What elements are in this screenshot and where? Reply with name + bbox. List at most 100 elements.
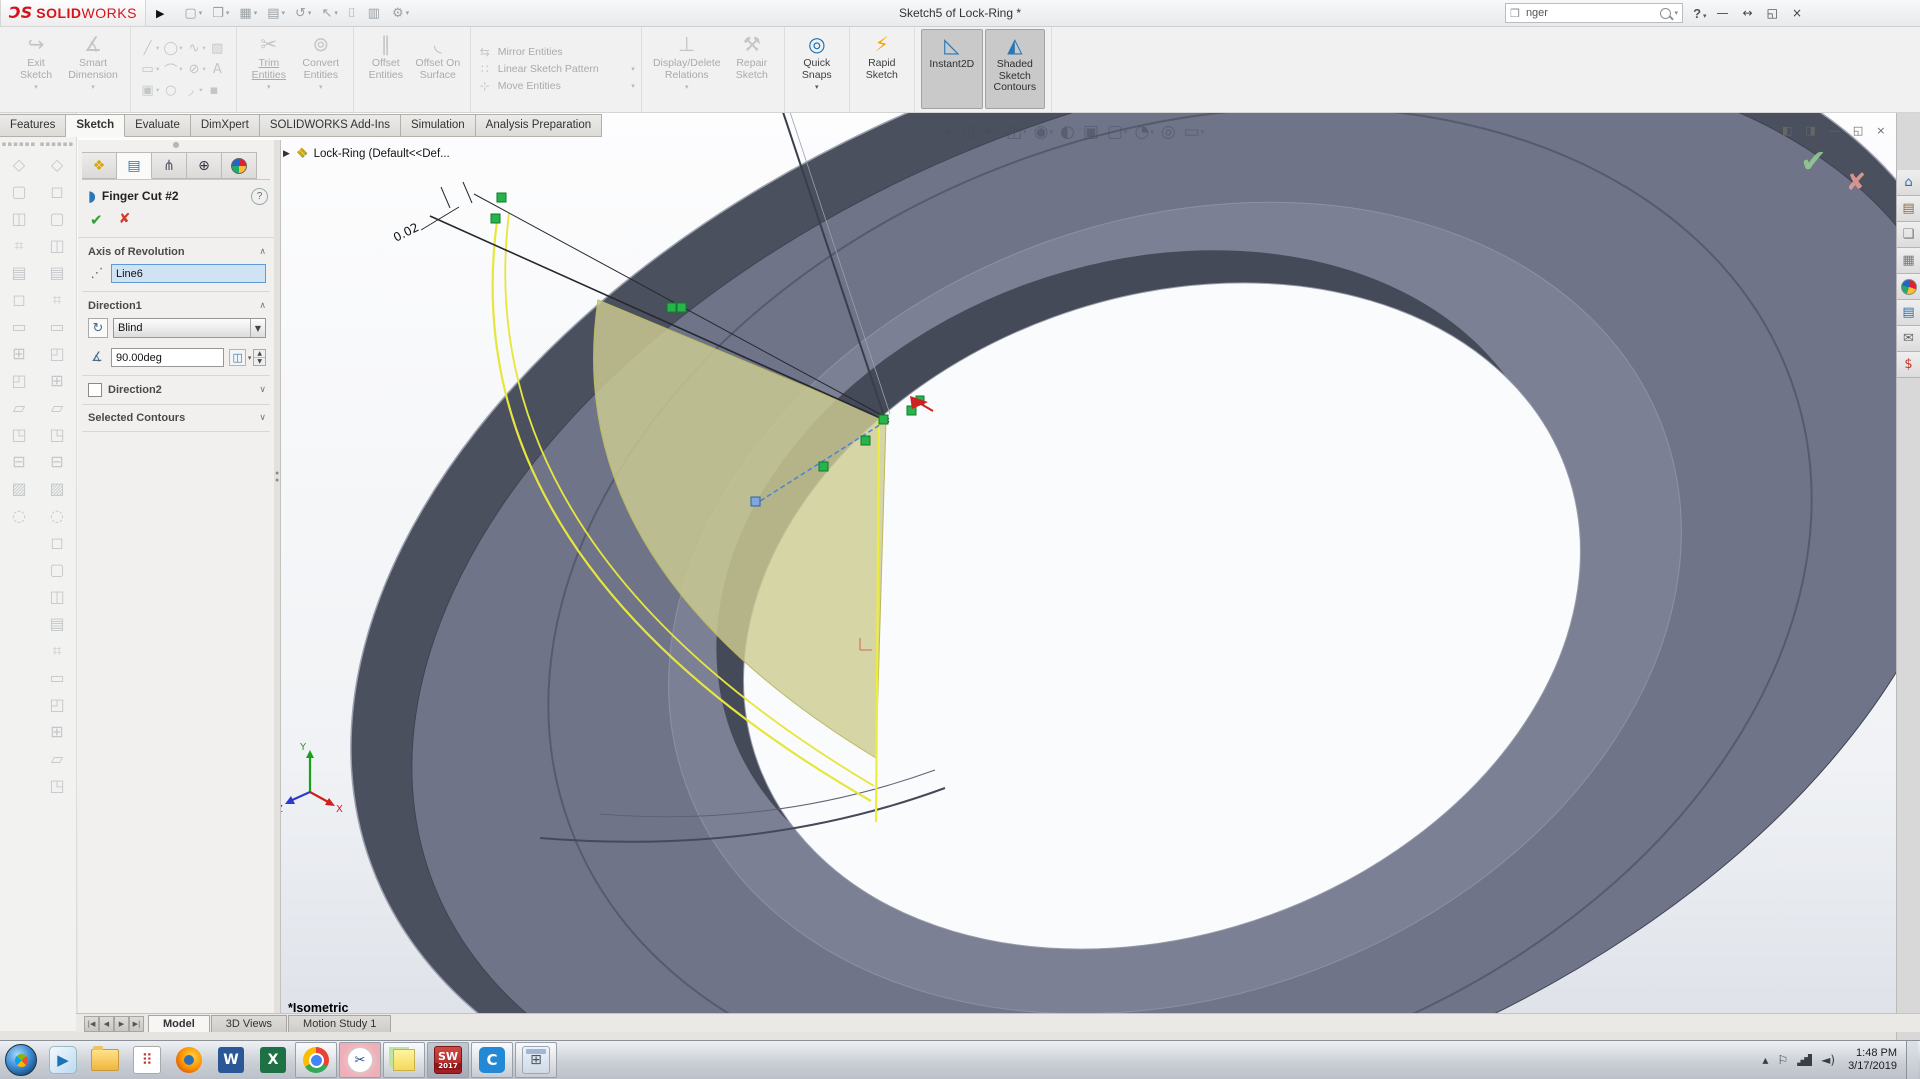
task-pane-button-custom-properties[interactable]: ▤ bbox=[1896, 300, 1920, 326]
view-tool-zoom-area[interactable]: ⊡ bbox=[962, 122, 977, 142]
toolbar-button[interactable]: ⌗ bbox=[42, 637, 72, 664]
study-tab-model[interactable]: Model bbox=[148, 1015, 210, 1032]
reverse-direction-button[interactable]: ↻ bbox=[88, 318, 108, 338]
sketch-entity-button[interactable]: ╱▾ bbox=[139, 41, 161, 56]
toolbar-button[interactable]: ◻ bbox=[42, 178, 72, 205]
toolbar-button[interactable]: ⊞ bbox=[4, 340, 34, 367]
toolbar-button[interactable]: ⊟ bbox=[42, 448, 72, 475]
taskbar-app-app-grid[interactable]: ⠿ bbox=[126, 1042, 168, 1078]
expand-chevron-icon[interactable]: ∨ bbox=[259, 413, 266, 423]
window-button-minimize[interactable]: — bbox=[1717, 6, 1729, 20]
toolbar-button[interactable]: ⊟ bbox=[4, 448, 34, 475]
taskbar-app-media-player[interactable]: ▶ bbox=[42, 1042, 84, 1078]
sketch-entity-button[interactable]: A bbox=[209, 62, 228, 77]
sketch-entity-button[interactable]: ⌒▾ bbox=[162, 60, 184, 79]
qa-button-save[interactable]: ▦▾ bbox=[235, 5, 261, 22]
sketch-entity-button[interactable]: ◯▾ bbox=[162, 41, 184, 56]
view-tool-edit-appearance[interactable]: ◐ bbox=[1060, 122, 1076, 142]
show-desktop-button[interactable] bbox=[1906, 1041, 1918, 1079]
sketch-entity-button[interactable]: ○ bbox=[162, 83, 181, 98]
search-caret-icon[interactable]: ▾ bbox=[1675, 9, 1679, 17]
task-pane-button-design-library[interactable]: ▤ bbox=[1896, 196, 1920, 222]
qa-button-rebuild[interactable]: ⌷ bbox=[344, 5, 362, 22]
view-tool-view-orientation[interactable]: ▢▾ bbox=[1107, 122, 1128, 142]
ok-button[interactable]: ✔ bbox=[90, 211, 103, 229]
toolbar-button[interactable]: ▭ bbox=[42, 313, 72, 340]
direction2-section[interactable]: Direction2 ∨ bbox=[78, 376, 274, 404]
link-value-button[interactable]: ◫ bbox=[229, 349, 245, 366]
tree-root-label[interactable]: Lock-Ring (Default<<Def... bbox=[314, 148, 450, 160]
qa-button-open[interactable]: ❒▾ bbox=[208, 5, 233, 22]
task-pane-button-resources[interactable]: $ bbox=[1896, 352, 1920, 378]
axis-of-revolution-section[interactable]: Axis of Revolution ∧ bbox=[78, 238, 274, 262]
confirm-cancel-icon[interactable]: ✘ bbox=[1846, 168, 1866, 196]
window-button-restore[interactable]: ◱ bbox=[1767, 6, 1778, 20]
view-tool-hide-show-items[interactable]: ◉▾ bbox=[1034, 122, 1053, 142]
taskbar-clock[interactable]: 1:48 PM 3/17/2019 bbox=[1844, 1047, 1897, 1073]
view-tool-visibility[interactable]: ◎ bbox=[1161, 122, 1177, 142]
angle-caret-icon[interactable]: ▾ bbox=[248, 354, 252, 362]
toolbar-button[interactable]: ◫ bbox=[42, 232, 72, 259]
help-button[interactable]: ?▾ bbox=[1693, 6, 1706, 21]
doc-window-button-restore[interactable]: ◱ bbox=[1853, 124, 1863, 137]
toolbar-button[interactable]: ⌗ bbox=[42, 286, 72, 313]
taskbar-app-excel[interactable]: X bbox=[252, 1042, 294, 1078]
taskbar-app-solidworks[interactable]: SW2017 bbox=[427, 1042, 469, 1078]
angle-input[interactable]: 90.00deg bbox=[111, 348, 224, 367]
toolbar-button[interactable]: ◌ bbox=[4, 502, 34, 529]
panel-splitter[interactable]: ●● bbox=[274, 140, 281, 1013]
collapse-chevron-icon[interactable]: ∧ bbox=[259, 247, 266, 257]
collapse-chevron-icon[interactable]: ∧ bbox=[259, 301, 266, 311]
toolbar-button[interactable]: ⌗ bbox=[4, 232, 34, 259]
hidden-icons-button[interactable]: ▴ bbox=[1762, 1053, 1768, 1067]
toolbar-button[interactable]: ◌ bbox=[42, 502, 72, 529]
toolbar-button[interactable]: ▭ bbox=[4, 313, 34, 340]
command-tab-features[interactable]: Features bbox=[0, 114, 66, 137]
offset-on-surface-button[interactable]: ◟ Offset On Surface bbox=[412, 29, 464, 109]
search-input[interactable] bbox=[1524, 6, 1656, 20]
taskbar-app-sticky-notes[interactable] bbox=[383, 1042, 425, 1078]
toolbar-button[interactable]: ▨ bbox=[4, 475, 34, 502]
toolbar-button[interactable]: ▱ bbox=[42, 394, 72, 421]
toolbar-button[interactable]: ⊞ bbox=[42, 718, 72, 745]
task-pane-button-appearances-scenes[interactable] bbox=[1896, 274, 1920, 300]
qa-button-undo[interactable]: ↺▾ bbox=[291, 5, 315, 22]
taskbar-app-cura[interactable]: C bbox=[471, 1042, 513, 1078]
doc-window-button-minimize[interactable]: — bbox=[1829, 124, 1840, 137]
shaded-sketch-contours-button[interactable]: ◭ Shaded Sketch Contours bbox=[985, 29, 1045, 109]
tab-nav-button-prev[interactable]: ◀ bbox=[99, 1016, 114, 1032]
toolbar-button[interactable]: ▢ bbox=[4, 178, 34, 205]
menu-flyout-arrow[interactable]: ▶ bbox=[146, 7, 174, 20]
pm-help-icon[interactable]: ? bbox=[251, 188, 268, 205]
panel-grip[interactable]: ● bbox=[78, 140, 274, 150]
search-box[interactable]: ❒ ▾ bbox=[1505, 3, 1683, 23]
display-delete-relations-button[interactable]: ⊥ Display/Delete Relations ▾ bbox=[648, 29, 726, 109]
toolbar-button[interactable]: ◳ bbox=[42, 421, 72, 448]
command-tab-dimxpert[interactable]: DimXpert bbox=[191, 114, 260, 137]
pattern-row-mirror-entities[interactable]: ⇆Mirror Entities bbox=[477, 45, 635, 59]
view-tool-previous-view[interactable]: ↶ bbox=[984, 122, 999, 142]
toolbar-button[interactable]: ▤ bbox=[4, 259, 34, 286]
feature-tree-flyout[interactable]: ▶ ❖ Lock-Ring (Default<<Def... bbox=[283, 146, 450, 161]
volume-icon[interactable]: ◄) bbox=[1821, 1053, 1835, 1067]
toolbar-button[interactable]: ▤ bbox=[42, 610, 72, 637]
command-tab-simulation[interactable]: Simulation bbox=[401, 114, 476, 137]
taskbar-app-calculator[interactable]: ⊞ bbox=[515, 1042, 557, 1078]
trim-entities-button[interactable]: ✂ Trim Entities ▾ bbox=[243, 29, 295, 109]
search-icon[interactable] bbox=[1660, 8, 1671, 19]
smart-dimension-button[interactable]: ∡ Smart Dimension ▾ bbox=[62, 29, 124, 109]
task-pane-button-home[interactable]: ⌂ bbox=[1896, 170, 1920, 196]
command-tab-solidworks-add-ins[interactable]: SOLIDWORKS Add-Ins bbox=[260, 114, 401, 137]
toolbar-button[interactable]: ▨ bbox=[42, 475, 72, 502]
view-tool-view-settings[interactable]: ▭▾ bbox=[1184, 122, 1205, 142]
doc-window-button-tile-left[interactable]: ◧ bbox=[1782, 124, 1792, 137]
toolbar-button[interactable]: ◳ bbox=[4, 421, 34, 448]
command-tab-sketch[interactable]: Sketch bbox=[66, 114, 125, 137]
qa-button-new[interactable]: ▢▾ bbox=[180, 5, 206, 22]
toolbar-button[interactable]: ◇ bbox=[4, 151, 34, 178]
toolbar-button[interactable]: ◳ bbox=[42, 772, 72, 799]
taskbar-app-firefox[interactable] bbox=[168, 1042, 210, 1078]
search-scope-icon[interactable]: ❒ bbox=[1510, 7, 1520, 20]
toolbar-drag-handle[interactable]: ▪▪▪▪▪▪ bbox=[40, 140, 74, 148]
view-tool-apply-scene[interactable]: ▣ bbox=[1083, 122, 1100, 142]
